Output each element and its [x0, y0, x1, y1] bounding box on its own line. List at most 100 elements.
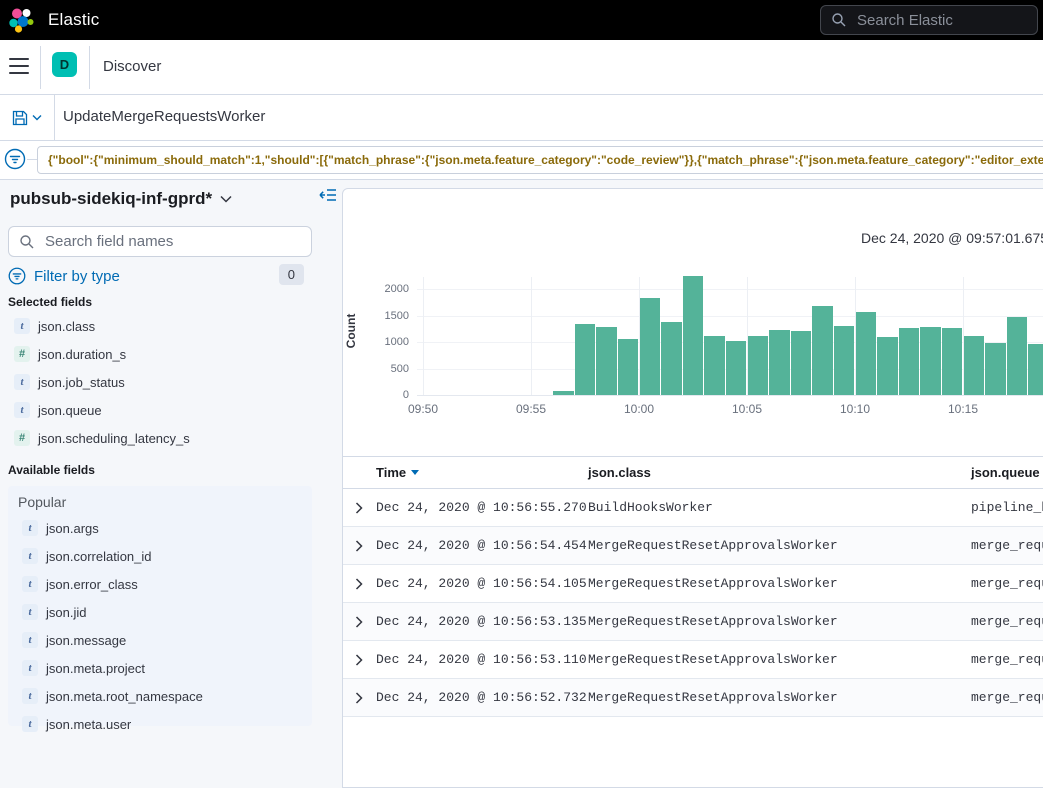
top-header: Elastic [0, 0, 1043, 40]
popular-heading: Popular [18, 494, 312, 510]
cell-time: Dec 24, 2020 @ 10:56:54.454 [376, 538, 587, 553]
field-item[interactable]: tjson.class [0, 312, 320, 340]
chart-gridline [423, 277, 424, 395]
histogram-bar[interactable] [791, 331, 812, 395]
expand-row-icon[interactable] [353, 502, 365, 514]
cell-time: Dec 24, 2020 @ 10:56:55.270 [376, 500, 587, 515]
filter-by-type-button[interactable]: Filter by type 0 [8, 264, 312, 288]
brand-title: Elastic [48, 10, 99, 30]
expand-row-icon[interactable] [353, 654, 365, 666]
histogram-bar[interactable] [1028, 344, 1043, 395]
histogram-bar[interactable] [769, 330, 790, 395]
string-field-icon: t [22, 688, 38, 704]
histogram-bar[interactable] [812, 306, 833, 395]
collapse-sidebar-icon[interactable] [319, 187, 337, 203]
index-pattern-selector[interactable]: pubsub-sidekiq-inf-gprd* [10, 189, 232, 209]
field-item[interactable]: tjson.args [8, 514, 328, 542]
chevron-down-icon [32, 114, 42, 121]
field-item[interactable]: #json.duration_s [0, 340, 320, 368]
histogram-bar[interactable] [834, 326, 855, 395]
histogram-bar[interactable] [575, 324, 596, 395]
expand-row-icon[interactable] [353, 578, 365, 590]
field-name: json.meta.root_namespace [46, 689, 203, 704]
field-item[interactable]: tjson.job_status [0, 368, 320, 396]
selected-fields-heading: Selected fields [8, 295, 92, 309]
histogram-bar[interactable] [856, 312, 877, 395]
chart-y-axis-title: Count [344, 271, 358, 391]
sort-desc-icon [411, 470, 419, 475]
cell-json-queue: pipeline_hooks [971, 500, 1043, 515]
field-search-input[interactable] [43, 232, 287, 251]
field-name: json.jid [46, 605, 86, 620]
field-item[interactable]: tjson.queue [0, 396, 320, 424]
save-query-button[interactable] [0, 95, 55, 140]
expand-row-icon[interactable] [353, 692, 365, 704]
histogram-bar[interactable] [877, 337, 898, 395]
histogram-bar[interactable] [618, 339, 639, 395]
string-field-icon: t [22, 632, 38, 648]
menu-hamburger-icon[interactable] [9, 58, 29, 74]
nav-divider [40, 46, 41, 89]
cell-json-class: BuildHooksWorker [588, 500, 713, 515]
field-search[interactable] [8, 226, 312, 257]
x-axis-tick-label: 10:00 [617, 402, 661, 416]
global-search-input[interactable] [855, 11, 1029, 30]
cell-time: Dec 24, 2020 @ 10:56:54.105 [376, 576, 587, 591]
string-field-icon: t [22, 716, 38, 732]
field-item[interactable]: t json.error_class [8, 570, 328, 598]
histogram-bar[interactable] [661, 322, 682, 395]
cell-time: Dec 24, 2020 @ 10:56:52.732 [376, 690, 587, 705]
histogram-bar[interactable] [704, 336, 725, 395]
histogram-bar[interactable] [640, 298, 661, 395]
breadcrumb[interactable]: Discover [103, 58, 161, 75]
nav-divider [89, 46, 90, 89]
histogram-bar[interactable] [964, 336, 985, 395]
histogram-bar[interactable] [942, 328, 963, 395]
field-item[interactable]: t json.message [8, 626, 328, 654]
x-axis-tick-label: 10:15 [941, 402, 985, 416]
cell-json-queue: merge_request_reset_approvals [971, 576, 1043, 591]
column-header-time[interactable]: Time [376, 465, 419, 480]
discover-app-badge[interactable]: D [52, 52, 77, 77]
filter-circle-icon [8, 267, 26, 285]
field-name: json.message [46, 633, 126, 648]
histogram-bar[interactable] [1007, 317, 1028, 395]
filter-pill[interactable]: {"bool":{"minimum_should_match":1,"shoul… [37, 146, 1043, 174]
y-axis-tick-label: 1000 [369, 336, 409, 348]
histogram-bar[interactable] [920, 327, 941, 395]
query-input[interactable]: UpdateMergeRequestsWorker [63, 108, 265, 125]
fields-sidebar: pubsub-sidekiq-inf-gprd* Filter by type … [0, 180, 342, 720]
field-item[interactable]: tjson.meta.user [8, 710, 328, 738]
cell-json-queue: merge_request_reset_approvals [971, 690, 1043, 705]
available-fields-heading: Available fields [8, 463, 95, 477]
cell-json-class: MergeRequestResetApprovalsWorker [588, 614, 838, 629]
filter-menu-icon[interactable] [4, 148, 26, 170]
field-item[interactable]: tjson.jid [8, 598, 328, 626]
filter-by-type-label: Filter by type [34, 268, 120, 285]
expand-row-icon[interactable] [353, 540, 365, 552]
number-field-icon: # [14, 430, 30, 446]
histogram-bar[interactable] [985, 343, 1006, 395]
string-field-icon: t [14, 374, 30, 390]
column-header-json-class[interactable]: json.class [588, 465, 651, 480]
x-axis-tick-label: 09:55 [509, 402, 553, 416]
save-icon [12, 110, 28, 126]
field-item[interactable]: #json.scheduling_latency_s [0, 424, 320, 452]
histogram-bar[interactable] [596, 327, 617, 395]
histogram-bar[interactable] [683, 276, 704, 395]
histogram-bar[interactable] [899, 328, 920, 395]
global-search[interactable] [820, 5, 1038, 35]
string-field-icon: t [14, 318, 30, 334]
field-item[interactable]: tjson.correlation_id [8, 542, 328, 570]
histogram-bar[interactable] [726, 341, 747, 395]
string-field-icon: t [22, 576, 38, 592]
field-item[interactable]: tjson.meta.project [8, 654, 328, 682]
histogram-bar[interactable] [553, 391, 574, 395]
field-name: json.error_class [46, 577, 138, 592]
field-item[interactable]: t json.meta.root_namespace [8, 682, 328, 710]
histogram-bar[interactable] [748, 336, 769, 395]
expand-row-icon[interactable] [353, 616, 365, 628]
filter-count-badge: 0 [279, 264, 304, 285]
column-header-json-queue[interactable]: json.queue [971, 465, 1040, 480]
table-row: Dec 24, 2020 @ 10:56:55.270BuildHooksWor… [343, 489, 1043, 527]
